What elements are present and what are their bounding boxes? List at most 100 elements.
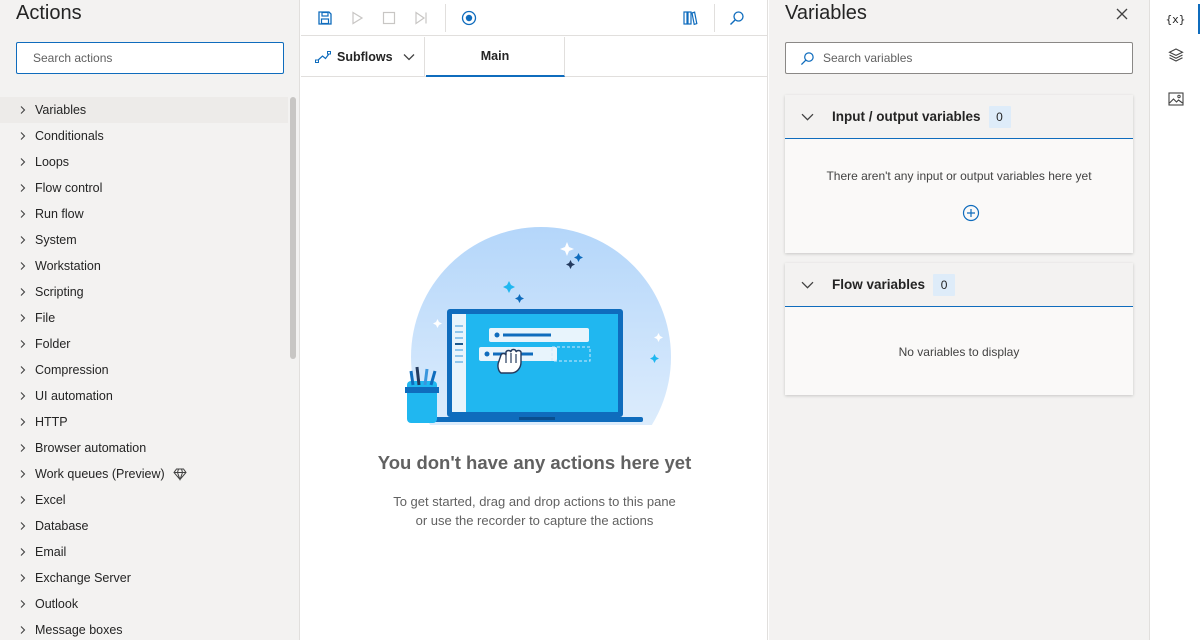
- chevron-right-icon: [20, 210, 26, 218]
- actions-list: Variables Conditionals Loops Flow control Ru…: [0, 97, 288, 640]
- close-icon: [1116, 8, 1128, 20]
- empty-state-description-line2: or use the recorder to capture the actio…: [415, 513, 654, 528]
- flow-variables-body: No variables to display: [785, 307, 1133, 395]
- action-category-label: Message boxes: [35, 623, 123, 637]
- chevron-right-icon: [20, 262, 26, 270]
- recorder-button[interactable]: [453, 2, 485, 34]
- variables-rail-button[interactable]: {x}: [1150, 0, 1200, 38]
- flow-variables-empty-text: No variables to display: [898, 345, 1020, 359]
- save-icon: [318, 11, 332, 25]
- actions-scrollbar[interactable]: [290, 97, 296, 359]
- action-category-label: UI automation: [35, 389, 113, 403]
- variables-search-input[interactable]: [823, 51, 1123, 65]
- action-category-item[interactable]: Work queues (Preview): [0, 461, 288, 487]
- action-category-item[interactable]: Variables: [0, 97, 288, 123]
- chevron-right-icon: [20, 158, 26, 166]
- subflows-icon: [315, 51, 331, 63]
- action-category-item[interactable]: HTTP: [0, 409, 288, 435]
- action-category-item[interactable]: Excel: [0, 487, 288, 513]
- input-output-variables-label: Input / output variables: [832, 109, 981, 124]
- action-category-label: Browser automation: [35, 441, 147, 455]
- chevron-right-icon: [20, 106, 26, 114]
- designer-toolbar: [301, 0, 768, 36]
- action-category-label: System: [35, 233, 77, 247]
- run-button[interactable]: [341, 2, 373, 34]
- chevron-right-icon: [20, 340, 26, 348]
- run-next-action-icon: [415, 11, 427, 25]
- flow-designer-pane: Subflows Main You don't have any actions…: [301, 0, 768, 640]
- stop-button[interactable]: [373, 2, 405, 34]
- action-category-item[interactable]: Flow control: [0, 175, 288, 201]
- action-category-item[interactable]: File: [0, 305, 288, 331]
- chevron-right-icon: [20, 418, 26, 426]
- chevron-down-icon: [403, 54, 415, 61]
- images-rail-button[interactable]: [1150, 80, 1200, 118]
- empty-state-description-line1: To get started, drag and drop actions to…: [393, 494, 676, 509]
- chevron-right-icon: [20, 132, 26, 140]
- close-variables-button[interactable]: [1111, 3, 1133, 25]
- variables-icon: {x}: [1165, 12, 1186, 26]
- action-category-item[interactable]: Message boxes: [0, 617, 288, 640]
- action-category-label: Flow control: [35, 181, 103, 195]
- run-next-action-button[interactable]: [405, 2, 437, 34]
- chevron-right-icon: [20, 626, 26, 634]
- flow-variables-count-badge: 0: [933, 273, 956, 296]
- action-category-item[interactable]: Loops: [0, 149, 288, 175]
- chevron-right-icon: [20, 288, 26, 296]
- action-category-label: Work queues (Preview): [35, 467, 165, 481]
- flow-variables-header[interactable]: Flow variables 0: [785, 263, 1133, 307]
- right-rail: {x}: [1149, 0, 1200, 640]
- chevron-right-icon: [20, 548, 26, 556]
- recorder-icon: [461, 10, 477, 26]
- library-button[interactable]: [674, 2, 706, 34]
- action-category-label: HTTP: [35, 415, 68, 429]
- action-category-item[interactable]: Scripting: [0, 279, 288, 305]
- input-output-variables-header[interactable]: Input / output variables 0: [785, 95, 1133, 139]
- input-output-count-badge: 0: [988, 105, 1011, 128]
- action-category-item[interactable]: Database: [0, 513, 288, 539]
- chevron-right-icon: [20, 574, 26, 582]
- action-category-label: Conditionals: [35, 129, 104, 143]
- ui-elements-rail-button[interactable]: [1150, 36, 1200, 74]
- action-category-item[interactable]: UI automation: [0, 383, 288, 409]
- action-category-item[interactable]: Exchange Server: [0, 565, 288, 591]
- add-input-output-variable-button[interactable]: [961, 203, 981, 223]
- action-category-item[interactable]: System: [0, 227, 288, 253]
- subflows-dropdown[interactable]: Subflows: [301, 37, 425, 77]
- actions-pane: Actions Variables Conditionals Loops Flow c…: [0, 0, 300, 640]
- action-category-label: Database: [35, 519, 89, 533]
- tab-main[interactable]: Main: [426, 37, 565, 77]
- search-button[interactable]: [721, 2, 753, 34]
- input-output-variables-section: Input / output variables 0 There aren't …: [785, 95, 1133, 253]
- action-category-item[interactable]: Outlook: [0, 591, 288, 617]
- actions-search-input[interactable]: [16, 42, 284, 74]
- premium-diamond-icon: [173, 468, 187, 481]
- chevron-right-icon: [20, 184, 26, 192]
- chevron-right-icon: [20, 314, 26, 322]
- action-category-item[interactable]: Folder: [0, 331, 288, 357]
- chevron-right-icon: [20, 366, 26, 374]
- chevron-right-icon: [20, 470, 26, 478]
- action-category-item[interactable]: Browser automation: [0, 435, 288, 461]
- action-category-label: Outlook: [35, 597, 79, 611]
- run-icon: [352, 11, 364, 25]
- action-category-label: Exchange Server: [35, 571, 131, 585]
- ui-elements-icon: [1167, 48, 1184, 62]
- library-icon: [683, 11, 698, 26]
- action-category-item[interactable]: Conditionals: [0, 123, 288, 149]
- variables-search-box[interactable]: [785, 42, 1133, 74]
- action-category-item[interactable]: Workstation: [0, 253, 288, 279]
- action-category-item[interactable]: Email: [0, 539, 288, 565]
- subflows-label: Subflows: [337, 50, 393, 64]
- action-category-label: Variables: [35, 103, 87, 117]
- add-circle-icon: [962, 204, 980, 222]
- input-output-variables-body: There aren't any input or output variabl…: [785, 139, 1133, 253]
- action-category-item[interactable]: Run flow: [0, 201, 288, 227]
- action-category-label: Workstation: [35, 259, 101, 273]
- action-category-label: Email: [35, 545, 67, 559]
- toolbar-divider: [714, 4, 715, 32]
- save-button[interactable]: [309, 2, 341, 34]
- action-category-label: Excel: [35, 493, 66, 507]
- action-category-item[interactable]: Compression: [0, 357, 288, 383]
- actions-title: Actions: [16, 2, 82, 24]
